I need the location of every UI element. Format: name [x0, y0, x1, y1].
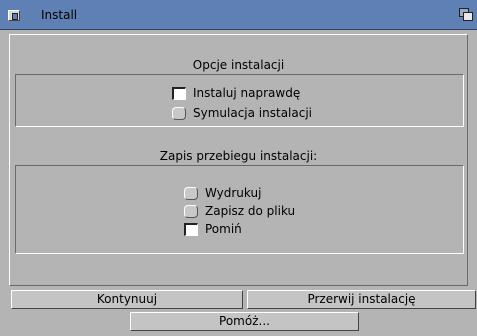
- option-label: Symulacja instalacji: [193, 106, 313, 120]
- install-options-heading: Opcje instalacji: [192, 58, 285, 72]
- option-install-for-real[interactable]: Instaluj naprawdę: [172, 86, 300, 100]
- title-bar[interactable]: Install: [0, 0, 477, 30]
- install-window: Install Opcje instalacji Instaluj napraw…: [0, 0, 477, 336]
- radio-unselected-icon: [184, 204, 198, 218]
- option-label: Pomiń: [205, 222, 242, 236]
- option-label: Instaluj naprawdę: [193, 86, 301, 100]
- option-save-log-to-file[interactable]: Zapisz do pliku: [184, 204, 295, 218]
- option-label: Zapisz do pliku: [205, 204, 296, 218]
- depth-arrange-icon[interactable]: [459, 7, 477, 23]
- radio-selected-icon: [172, 86, 186, 100]
- close-icon[interactable]: [8, 10, 20, 21]
- radio-unselected-icon: [172, 106, 186, 120]
- radio-selected-icon: [184, 222, 198, 236]
- continue-button[interactable]: Kontynuuj: [11, 290, 243, 309]
- abort-install-button[interactable]: Przerwij instalację: [247, 290, 476, 309]
- option-print-log[interactable]: Wydrukuj: [184, 186, 261, 200]
- help-button[interactable]: Pomóż...: [130, 312, 359, 331]
- radio-unselected-icon: [184, 186, 198, 200]
- option-skip-log[interactable]: Pomiń: [184, 222, 242, 236]
- option-simulate-install[interactable]: Symulacja instalacji: [172, 106, 312, 120]
- window-title: Install: [41, 8, 78, 22]
- log-options-heading: Zapis przebiegu instalacji:: [159, 149, 318, 163]
- option-label: Wydrukuj: [205, 186, 262, 200]
